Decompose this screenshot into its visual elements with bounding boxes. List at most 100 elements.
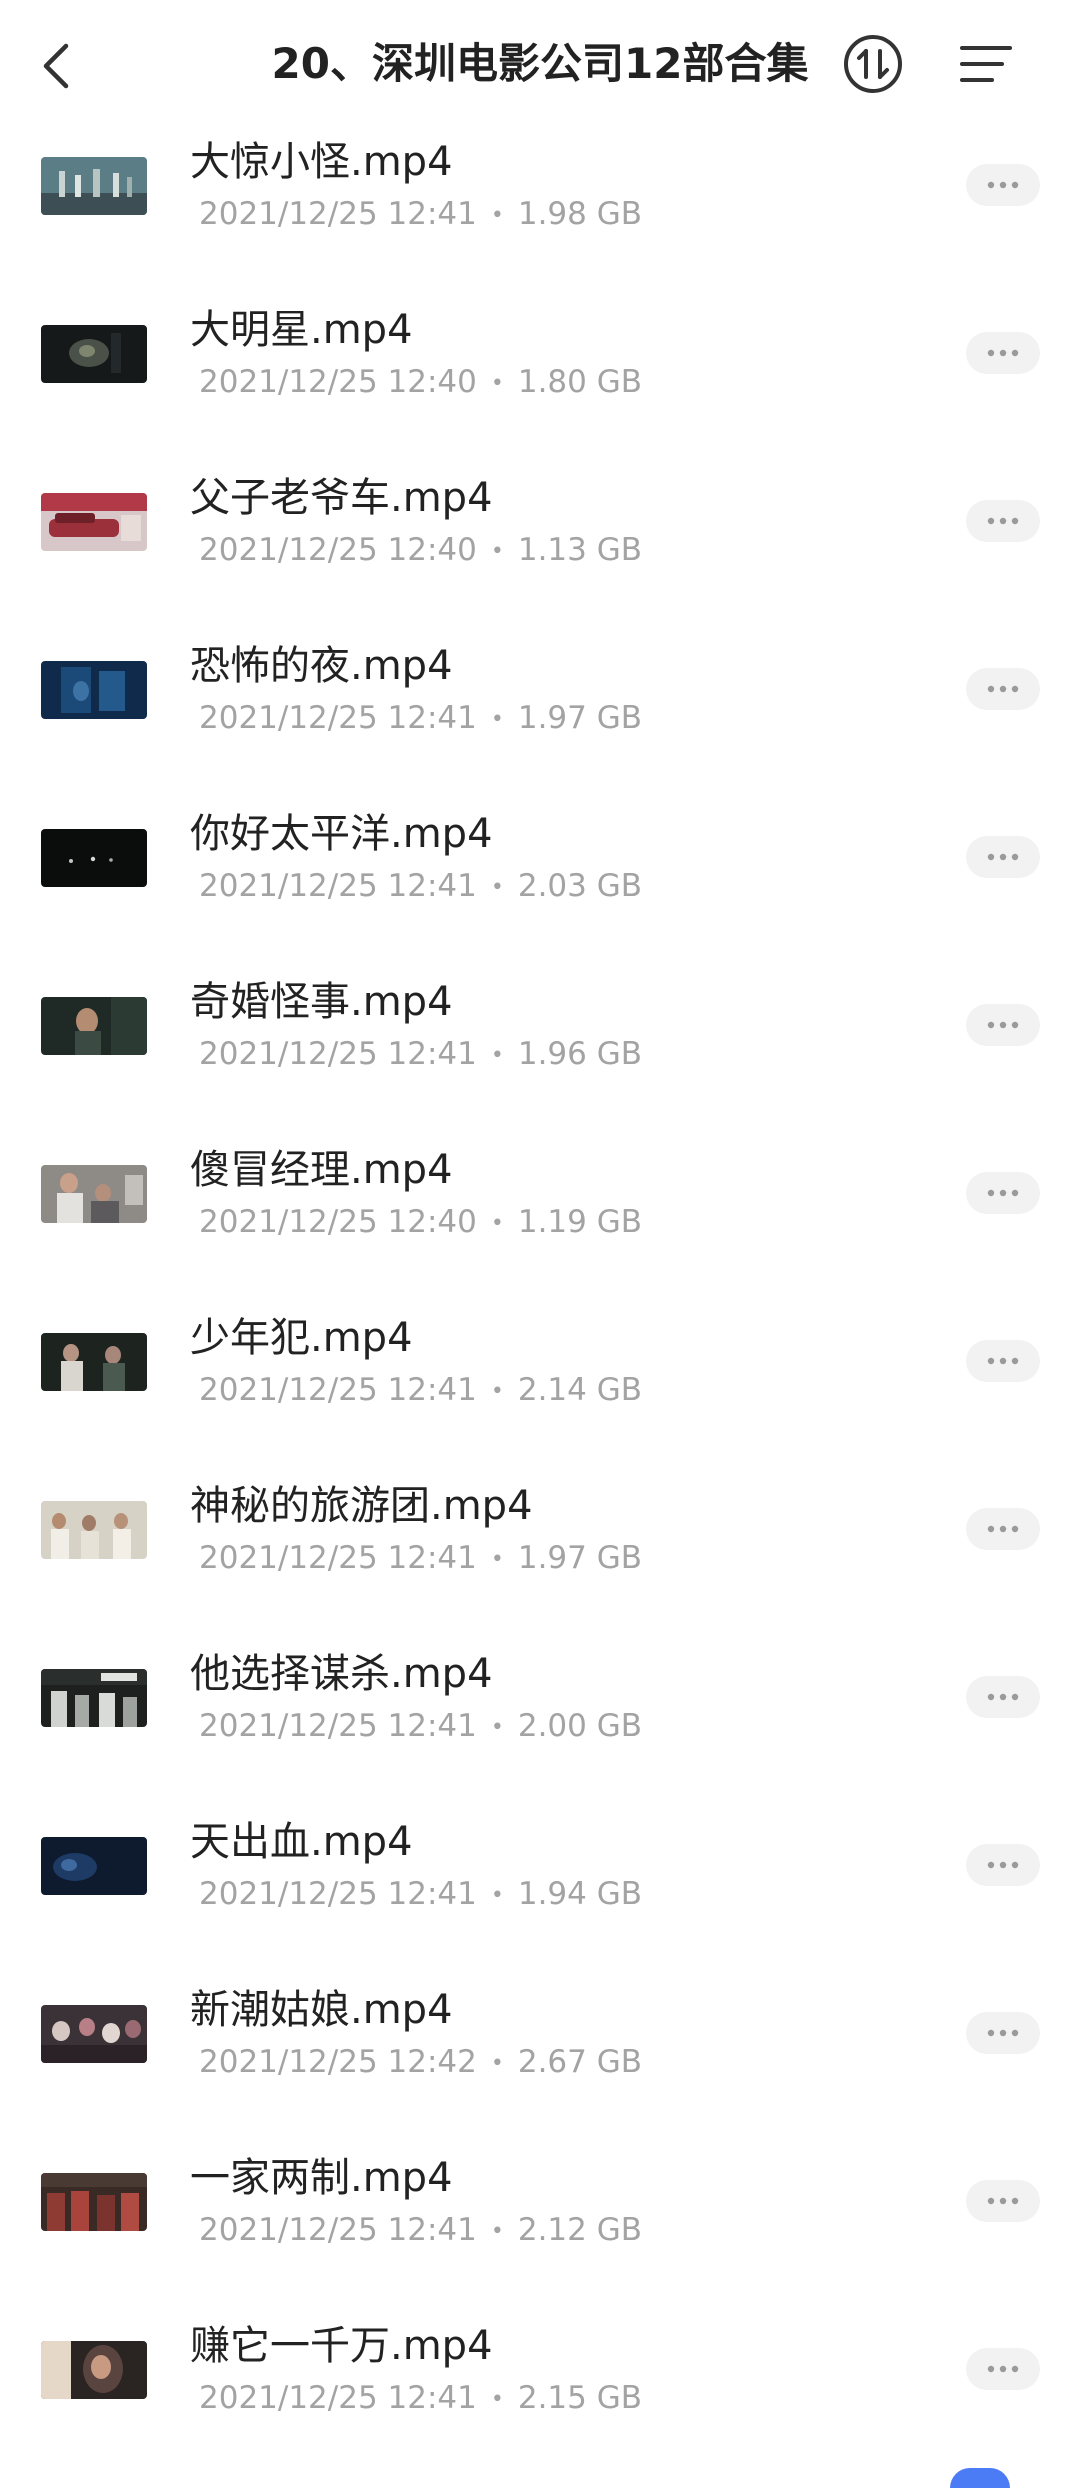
more-dots-icon xyxy=(987,1693,1019,1701)
file-size: 2.12 GB xyxy=(517,2212,643,2248)
file-meta: 2021/12/25 12:42 • 2.67 GB xyxy=(199,2042,642,2084)
file-meta: 2021/12/25 12:40 • 1.80 GB xyxy=(199,362,642,404)
file-name: 赚它一千万.mp4 xyxy=(190,2323,493,2369)
file-row[interactable]: 大明星.mp4 2021/12/25 12:40 • 1.80 GB xyxy=(0,296,1080,464)
more-options-button[interactable] xyxy=(966,1340,1040,1382)
separator-dot: • xyxy=(490,1042,504,1068)
file-date: 2021/12/25 12:42 xyxy=(199,2044,477,2080)
more-options-button[interactable] xyxy=(966,164,1040,206)
separator-dot: • xyxy=(490,1882,504,1908)
file-meta: 2021/12/25 12:40 • 1.19 GB xyxy=(199,1202,642,1244)
file-row[interactable]: 奇婚怪事.mp4 2021/12/25 12:41 • 1.96 GB xyxy=(0,968,1080,1136)
more-options-button[interactable] xyxy=(966,836,1040,878)
more-dots-icon xyxy=(987,1525,1019,1533)
file-row[interactable]: 傻冒经理.mp4 2021/12/25 12:40 • 1.19 GB xyxy=(0,1136,1080,1304)
file-size: 1.97 GB xyxy=(517,1540,643,1576)
video-thumbnail xyxy=(41,1333,147,1391)
separator-dot: • xyxy=(490,1546,504,1572)
separator-dot: • xyxy=(490,2050,504,2076)
file-row[interactable]: 赚它一千万.mp4 2021/12/25 12:41 • 2.15 GB xyxy=(0,2312,1080,2478)
more-options-button[interactable] xyxy=(966,668,1040,710)
separator-dot: • xyxy=(490,2218,504,2244)
file-name: 恐怖的夜.mp4 xyxy=(190,643,453,689)
more-dots-icon xyxy=(987,1021,1019,1029)
file-date: 2021/12/25 12:41 xyxy=(199,1876,477,1912)
file-name: 少年犯.mp4 xyxy=(190,1315,413,1361)
more-options-button[interactable] xyxy=(966,1676,1040,1718)
more-options-button[interactable] xyxy=(966,2348,1040,2390)
file-row[interactable]: 你好太平洋.mp4 2021/12/25 12:41 • 2.03 GB xyxy=(0,800,1080,968)
video-thumbnail xyxy=(41,1837,147,1895)
more-options-button[interactable] xyxy=(966,332,1040,374)
file-meta: 2021/12/25 12:41 • 2.14 GB xyxy=(199,1370,642,1412)
file-name: 你好太平洋.mp4 xyxy=(190,811,493,857)
more-options-button[interactable] xyxy=(966,2180,1040,2222)
file-row[interactable]: 新潮姑娘.mp4 2021/12/25 12:42 • 2.67 GB xyxy=(0,1976,1080,2144)
separator-dot: • xyxy=(490,370,504,396)
file-date: 2021/12/25 12:40 xyxy=(199,532,477,568)
file-name: 一家两制.mp4 xyxy=(190,2155,453,2201)
file-row[interactable]: 少年犯.mp4 2021/12/25 12:41 • 2.14 GB xyxy=(0,1304,1080,1472)
separator-dot: • xyxy=(490,538,504,564)
file-date: 2021/12/25 12:41 xyxy=(199,1540,477,1576)
file-size: 1.94 GB xyxy=(517,1876,643,1912)
more-options-button[interactable] xyxy=(966,500,1040,542)
more-options-button[interactable] xyxy=(966,1508,1040,1550)
top-bar: 20、深圳电影公司12部合集 xyxy=(0,0,1080,128)
separator-dot: • xyxy=(490,706,504,732)
more-dots-icon xyxy=(987,1861,1019,1869)
more-dots-icon xyxy=(987,517,1019,525)
file-date: 2021/12/25 12:41 xyxy=(199,2212,477,2248)
file-size: 1.97 GB xyxy=(517,700,643,736)
floating-button-edge[interactable] xyxy=(950,2468,1010,2488)
video-thumbnail xyxy=(41,661,147,719)
file-name: 他选择谋杀.mp4 xyxy=(190,1651,493,1697)
more-options-button[interactable] xyxy=(966,1172,1040,1214)
video-thumbnail xyxy=(41,1501,147,1559)
video-thumbnail xyxy=(41,2173,147,2231)
file-row[interactable]: 父子老爷车.mp4 2021/12/25 12:40 • 1.13 GB xyxy=(0,464,1080,632)
file-name: 奇婚怪事.mp4 xyxy=(190,979,453,1025)
sort-button[interactable] xyxy=(840,31,906,97)
more-dots-icon xyxy=(987,181,1019,189)
file-size: 2.14 GB xyxy=(517,1372,643,1408)
back-button[interactable] xyxy=(30,30,90,98)
sort-icon xyxy=(844,35,902,93)
file-row[interactable]: 他选择谋杀.mp4 2021/12/25 12:41 • 2.00 GB xyxy=(0,1640,1080,1808)
file-size: 1.96 GB xyxy=(517,1036,643,1072)
chevron-left-icon xyxy=(43,43,69,89)
file-row[interactable]: 一家两制.mp4 2021/12/25 12:41 • 2.12 GB xyxy=(0,2144,1080,2312)
more-options-button[interactable] xyxy=(966,1004,1040,1046)
page-title: 20、深圳电影公司12部合集 xyxy=(271,39,809,88)
file-size: 2.00 GB xyxy=(517,1708,643,1744)
video-thumbnail xyxy=(41,493,147,551)
menu-button[interactable] xyxy=(956,34,1016,94)
file-size: 1.19 GB xyxy=(517,1204,643,1240)
file-meta: 2021/12/25 12:41 • 1.97 GB xyxy=(199,698,642,740)
file-size: 1.13 GB xyxy=(517,532,643,568)
file-row[interactable]: 大惊小怪.mp4 2021/12/25 12:41 • 1.98 GB xyxy=(0,128,1080,296)
separator-dot: • xyxy=(490,202,504,228)
file-name: 大惊小怪.mp4 xyxy=(190,139,453,185)
file-row[interactable]: 神秘的旅游团.mp4 2021/12/25 12:41 • 1.97 GB xyxy=(0,1472,1080,1640)
file-meta: 2021/12/25 12:41 • 2.03 GB xyxy=(199,866,642,908)
file-name: 新潮姑娘.mp4 xyxy=(190,1987,453,2033)
video-thumbnail xyxy=(41,829,147,887)
separator-dot: • xyxy=(490,1378,504,1404)
file-name: 傻冒经理.mp4 xyxy=(190,1147,453,1193)
file-meta: 2021/12/25 12:41 • 2.12 GB xyxy=(199,2210,642,2252)
file-date: 2021/12/25 12:41 xyxy=(199,1036,477,1072)
more-options-button[interactable] xyxy=(966,1844,1040,1886)
file-size: 2.03 GB xyxy=(517,868,643,904)
more-dots-icon xyxy=(987,349,1019,357)
file-row[interactable]: 天出血.mp4 2021/12/25 12:41 • 1.94 GB xyxy=(0,1808,1080,1976)
file-row[interactable]: 恐怖的夜.mp4 2021/12/25 12:41 • 1.97 GB xyxy=(0,632,1080,800)
file-date: 2021/12/25 12:41 xyxy=(199,1708,477,1744)
video-thumbnail xyxy=(41,2005,147,2063)
file-meta: 2021/12/25 12:41 • 1.94 GB xyxy=(199,1874,642,1916)
file-name: 父子老爷车.mp4 xyxy=(190,475,493,521)
video-thumbnail xyxy=(41,2341,147,2399)
file-meta: 2021/12/25 12:40 • 1.13 GB xyxy=(199,530,642,572)
more-options-button[interactable] xyxy=(966,2012,1040,2054)
file-meta: 2021/12/25 12:41 • 1.97 GB xyxy=(199,1538,642,1580)
